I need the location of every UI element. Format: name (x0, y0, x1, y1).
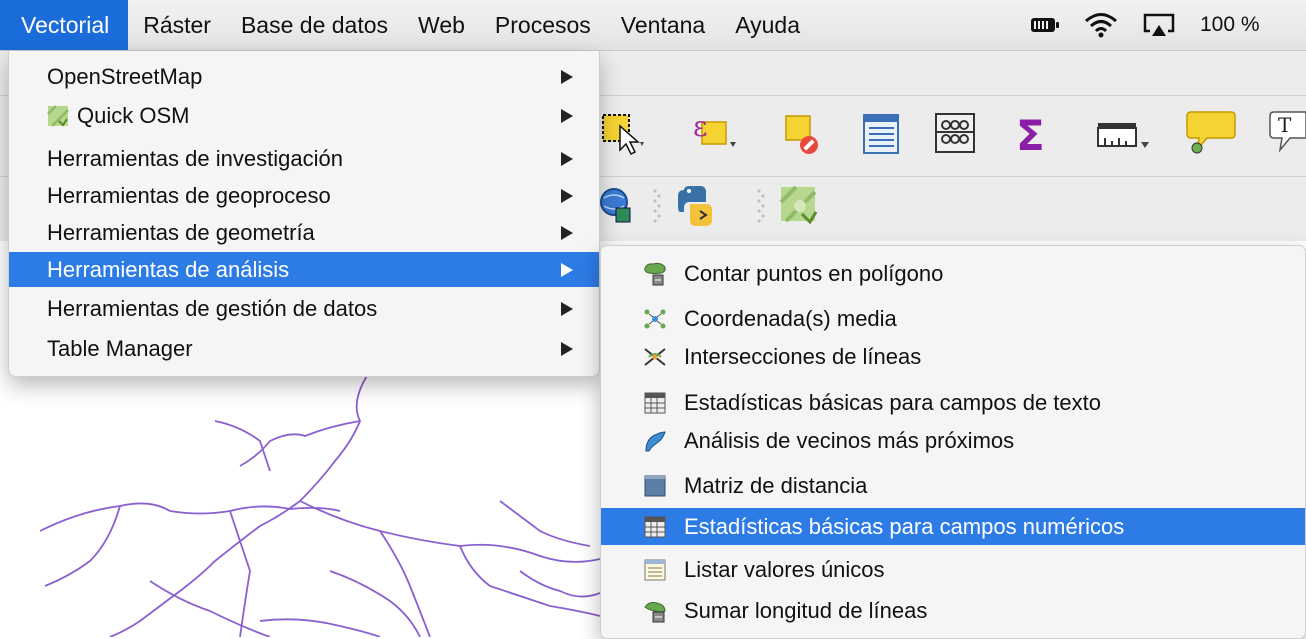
menubar-vectorial[interactable]: Vectorial (0, 0, 129, 50)
nearest-neighbour-icon (645, 431, 666, 452)
distance-matrix-icon (644, 475, 666, 497)
menu-item-openstreetmap[interactable]: OpenStreetMap (9, 59, 599, 94)
vectorial-menu: OpenStreetMap Quick OSM Herramientas de … (8, 51, 600, 377)
mean-coordinates-icon (644, 309, 666, 329)
identify-globe-icon[interactable] (600, 184, 636, 226)
table-stats-icon (644, 516, 666, 538)
quick-osm-icon[interactable] (778, 184, 820, 226)
attribute-table-icon[interactable] (860, 112, 904, 156)
svg-text:T: T (1278, 113, 1292, 137)
toolbar-grip-icon (653, 189, 661, 223)
menu-item-herramientas-analisis[interactable]: Herramientas de análisis (9, 252, 599, 287)
submenu-item-valores-unicos[interactable]: Listar valores únicos (601, 551, 1305, 588)
deselect-icon[interactable] (782, 112, 822, 158)
submenu-arrow-icon (561, 70, 573, 84)
menubar-base-de-datos[interactable]: Base de datos (226, 0, 403, 50)
line-intersections-icon (644, 348, 666, 366)
svg-text:ε: ε (693, 112, 708, 143)
menubar: Vectorial Ráster Base de datos Web Proce… (0, 0, 1306, 51)
submenu-arrow-icon (561, 109, 573, 123)
svg-text:Σ: Σ (1016, 111, 1045, 158)
submenu-item-matriz-distancia[interactable]: Matriz de distancia (601, 467, 1305, 504)
menubar-procesos[interactable]: Procesos (480, 0, 606, 50)
menubar-ventana[interactable]: Ventana (606, 0, 720, 50)
submenu-arrow-icon (561, 263, 573, 277)
field-calculator-icon[interactable] (932, 110, 980, 158)
submenu-item-sumar-longitud[interactable]: Sumar longitud de líneas (601, 592, 1305, 629)
submenu-item-estadisticas-numericos[interactable]: Estadísticas básicas para campos numéric… (601, 508, 1305, 545)
battery-percent: 100 % (1200, 13, 1260, 36)
submenu-arrow-icon (561, 189, 573, 203)
sum-lines-icon (644, 602, 666, 623)
table-stats-icon (644, 392, 666, 414)
submenu-item-contar-puntos[interactable]: Contar puntos en polígono (601, 255, 1305, 292)
menu-item-herramientas-geoproceso[interactable]: Herramientas de geoproceso (9, 178, 599, 213)
python-console-icon[interactable] (676, 184, 720, 228)
submenu-item-vecinos-proximos[interactable]: Análisis de vecinos más próximos (601, 422, 1305, 459)
select-features-icon[interactable] (600, 110, 648, 156)
quick-osm-icon (47, 105, 69, 127)
submenu-arrow-icon (561, 342, 573, 356)
count-points-icon (644, 262, 666, 286)
menubar-ayuda[interactable]: Ayuda (720, 0, 815, 50)
statistics-sigma-icon[interactable]: Σ (1012, 110, 1056, 158)
menubar-raster[interactable]: Ráster (128, 0, 226, 50)
unique-values-icon (644, 559, 666, 581)
airplay-icon[interactable] (1142, 12, 1176, 38)
submenu-item-coordenadas-media[interactable]: Coordenada(s) media (601, 300, 1305, 337)
toolbar-grip-icon (757, 189, 765, 223)
menu-item-quick-osm[interactable]: Quick OSM (9, 98, 599, 133)
submenu-item-estadisticas-texto[interactable]: Estadísticas básicas para campos de text… (601, 384, 1305, 421)
wifi-icon[interactable] (1084, 12, 1118, 38)
menu-item-herramientas-investigacion[interactable]: Herramientas de investigación (9, 141, 599, 176)
submenu-item-intersecciones-lineas[interactable]: Intersecciones de líneas (601, 338, 1305, 375)
select-by-expression-icon[interactable]: ε (690, 112, 740, 156)
submenu-arrow-icon (561, 226, 573, 240)
menu-item-herramientas-geometria[interactable]: Herramientas de geometría (9, 215, 599, 250)
menubar-web[interactable]: Web (403, 0, 480, 50)
analysis-submenu: Contar puntos en polígono Coordenada(s) … (600, 245, 1306, 639)
map-tips-icon[interactable] (1185, 108, 1237, 158)
menu-item-herramientas-gestion-datos[interactable]: Herramientas de gestión de datos (9, 291, 599, 326)
battery-icon[interactable] (1030, 16, 1060, 34)
submenu-arrow-icon (561, 302, 573, 316)
submenu-arrow-icon (561, 152, 573, 166)
text-annotation-icon[interactable]: T (1268, 108, 1306, 158)
menu-item-table-manager[interactable]: Table Manager (9, 331, 599, 366)
measure-icon[interactable] (1095, 118, 1155, 158)
